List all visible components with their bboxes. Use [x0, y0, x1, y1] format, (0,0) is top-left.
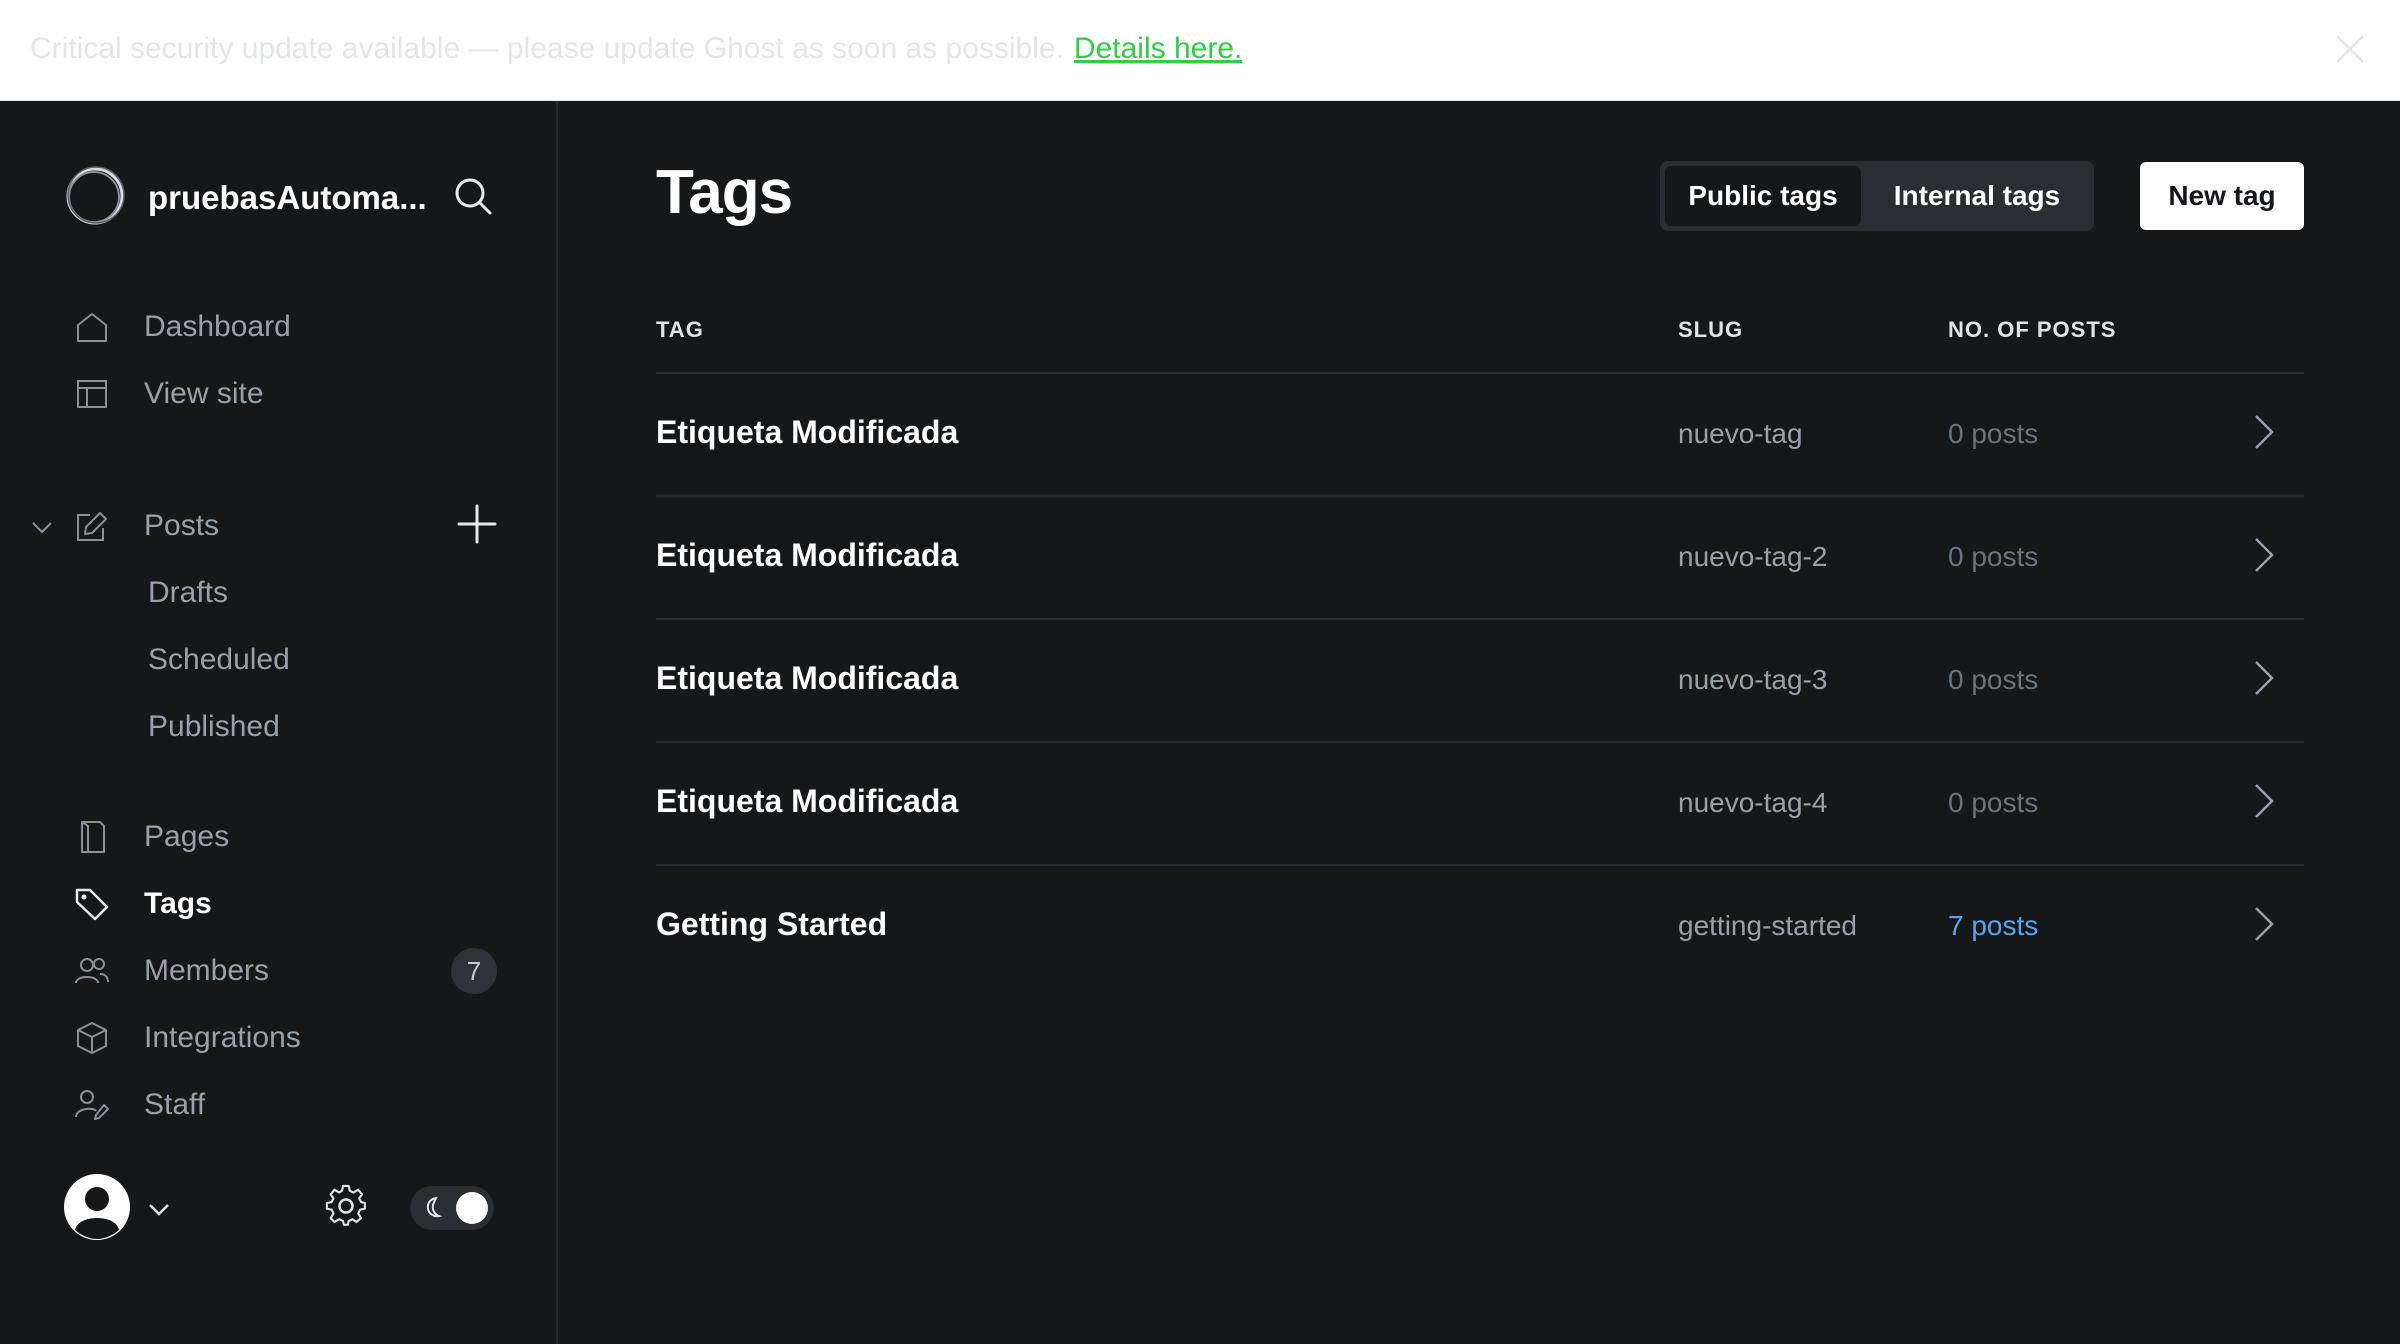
- sidebar-item-posts[interactable]: Posts: [0, 493, 556, 559]
- column-header-slug: SLUG: [1678, 317, 1744, 342]
- site-title[interactable]: pruebasAutoma...: [148, 179, 427, 217]
- gear-icon[interactable]: [324, 1184, 368, 1228]
- sidebar-item-pages[interactable]: Pages: [0, 804, 556, 870]
- dark-mode-toggle[interactable]: [410, 1186, 494, 1230]
- page-title: Tags: [656, 158, 793, 227]
- user-avatar-icon[interactable]: [64, 1174, 130, 1240]
- layout-icon: [77, 380, 107, 408]
- tag-name: Etiqueta Modificada: [656, 537, 959, 573]
- chevron-down-icon[interactable]: [146, 1196, 172, 1222]
- chevron-right-icon[interactable]: [2246, 656, 2280, 700]
- edit-icon: [77, 512, 107, 541]
- sidebar-subitem-label: Drafts: [148, 576, 229, 609]
- sidebar-item-dashboard[interactable]: Dashboard: [0, 294, 556, 360]
- tag-name: Etiqueta Modificada: [656, 414, 959, 450]
- tag-name: Etiqueta Modificada: [656, 660, 959, 696]
- page-icon: [81, 821, 105, 853]
- members-icon: [75, 958, 109, 984]
- update-banner: Critical security update available — ple…: [0, 0, 2400, 101]
- tab-internal-tags[interactable]: Internal tags: [1865, 166, 2089, 226]
- sidebar-item-tags[interactable]: Tags: [0, 871, 556, 937]
- sidebar-subitem-label: Published: [148, 710, 280, 743]
- sidebar-item-label: View site: [144, 377, 264, 410]
- sidebar-item-label: Members: [144, 954, 270, 987]
- search-icon[interactable]: [452, 175, 494, 217]
- members-count-badge: 7: [451, 948, 497, 994]
- site-logo-icon[interactable]: [64, 165, 126, 227]
- tag-name: Getting Started: [656, 906, 888, 942]
- tag-post-count: 0 posts: [1948, 664, 2039, 695]
- tag-slug: nuevo-tag: [1678, 418, 1803, 449]
- tag-post-count: 0 posts: [1948, 418, 2039, 449]
- moon-icon: [426, 1196, 443, 1218]
- table-header: TAG SLUG NO. OF POSTS: [656, 317, 2304, 373]
- table-row[interactable]: Etiqueta Modificada nuevo-tag-2 0 posts: [656, 495, 2304, 618]
- tag-icon: [75, 888, 109, 921]
- column-header-tag: TAG: [656, 317, 704, 342]
- banner-message-container: Critical security update available — ple…: [30, 30, 1242, 68]
- toggle-knob: [456, 1192, 488, 1224]
- main-content: Tags Public tags Internal tags New tag T…: [558, 101, 2400, 1344]
- tag-type-segmented-control: Public tags Internal tags: [1660, 161, 2094, 231]
- table-row[interactable]: Etiqueta Modificada nuevo-tag 0 posts: [656, 372, 2304, 495]
- tag-slug: nuevo-tag-4: [1678, 787, 1828, 818]
- chevron-right-icon[interactable]: [2246, 779, 2280, 823]
- sidebar-item-label: Posts: [144, 509, 220, 542]
- table-row[interactable]: Getting Started getting-started 7 posts: [656, 864, 2304, 987]
- column-header-posts: NO. OF POSTS: [1948, 317, 2117, 342]
- tag-post-count: 0 posts: [1948, 787, 2039, 818]
- sidebar-item-staff[interactable]: Staff: [0, 1072, 556, 1138]
- close-icon[interactable]: [2332, 31, 2368, 67]
- sidebar-item-view-site[interactable]: View site: [0, 361, 556, 427]
- sidebar-item-members[interactable]: Members 7: [0, 938, 556, 1004]
- sidebar-item-label: Integrations: [144, 1021, 301, 1054]
- sidebar-subitem-label: Scheduled: [148, 643, 290, 676]
- banner-message: Critical security update available — ple…: [30, 32, 1064, 65]
- tag-slug: getting-started: [1678, 910, 1857, 941]
- new-tag-button[interactable]: New tag: [2140, 162, 2304, 230]
- sidebar-item-label: Tags: [144, 887, 212, 920]
- new-post-plus-icon[interactable]: [456, 503, 498, 545]
- tag-slug: nuevo-tag-2: [1678, 541, 1828, 572]
- table-row[interactable]: Etiqueta Modificada nuevo-tag-3 0 posts: [656, 618, 2304, 741]
- chevron-right-icon[interactable]: [2246, 410, 2280, 454]
- staff-icon: [75, 1090, 109, 1120]
- chevron-right-icon[interactable]: [2246, 533, 2280, 577]
- tag-post-count: 0 posts: [1948, 541, 2039, 572]
- sidebar-item-integrations[interactable]: Integrations: [0, 1005, 556, 1071]
- sidebar: pruebasAutoma... Dashboard View site Pos…: [0, 101, 558, 1344]
- sidebar-item-label: Staff: [144, 1088, 206, 1121]
- tab-public-tags[interactable]: Public tags: [1665, 166, 1861, 226]
- home-icon: [77, 313, 107, 342]
- cube-icon: [77, 1022, 107, 1054]
- chevron-down-icon[interactable]: [30, 515, 54, 539]
- sidebar-subitem-published[interactable]: Published: [0, 697, 556, 757]
- sidebar-subitem-drafts[interactable]: Drafts: [0, 563, 556, 623]
- table-row[interactable]: Etiqueta Modificada nuevo-tag-4 0 posts: [656, 741, 2304, 864]
- banner-details-link[interactable]: Details here.: [1074, 32, 1242, 65]
- sidebar-item-label: Pages: [144, 820, 230, 853]
- tag-name: Etiqueta Modificada: [656, 783, 959, 819]
- chevron-right-icon[interactable]: [2246, 902, 2280, 946]
- tag-slug: nuevo-tag-3: [1678, 664, 1828, 695]
- tag-post-count-link[interactable]: 7 posts: [1948, 910, 2038, 942]
- sidebar-item-label: Dashboard: [144, 310, 291, 343]
- sidebar-subitem-scheduled[interactable]: Scheduled: [0, 630, 556, 690]
